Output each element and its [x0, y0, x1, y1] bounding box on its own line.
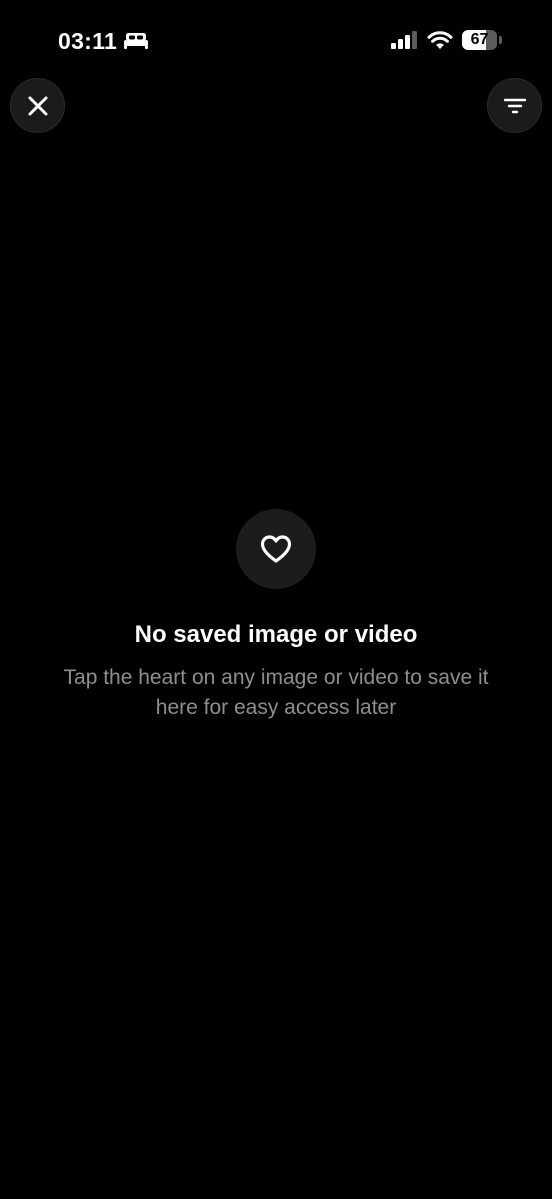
empty-state-icon-circle	[236, 509, 316, 589]
filter-icon	[503, 98, 526, 113]
filter-button[interactable]	[487, 78, 542, 133]
close-icon	[28, 96, 47, 115]
battery-body: 67	[462, 30, 498, 50]
empty-state-subtitle: Tap the heart on any image or video to s…	[63, 666, 489, 719]
cellular-signal-icon	[391, 31, 417, 49]
close-button[interactable]	[10, 78, 65, 133]
sleep-focus-icon	[124, 33, 149, 49]
status-bar: 03:11 67	[0, 0, 552, 80]
empty-state: No saved image or video Tap the heart on…	[0, 509, 552, 723]
status-time-group: 03:11	[58, 27, 149, 55]
status-time: 03:11	[58, 28, 118, 54]
wifi-icon	[427, 31, 453, 49]
battery-cap	[499, 36, 502, 44]
heart-outline-icon	[260, 535, 292, 563]
status-indicators: 67	[390, 29, 502, 51]
empty-state-title: No saved image or video	[134, 621, 418, 648]
battery-icon: 67	[462, 29, 502, 51]
battery-level: 67	[470, 31, 489, 48]
